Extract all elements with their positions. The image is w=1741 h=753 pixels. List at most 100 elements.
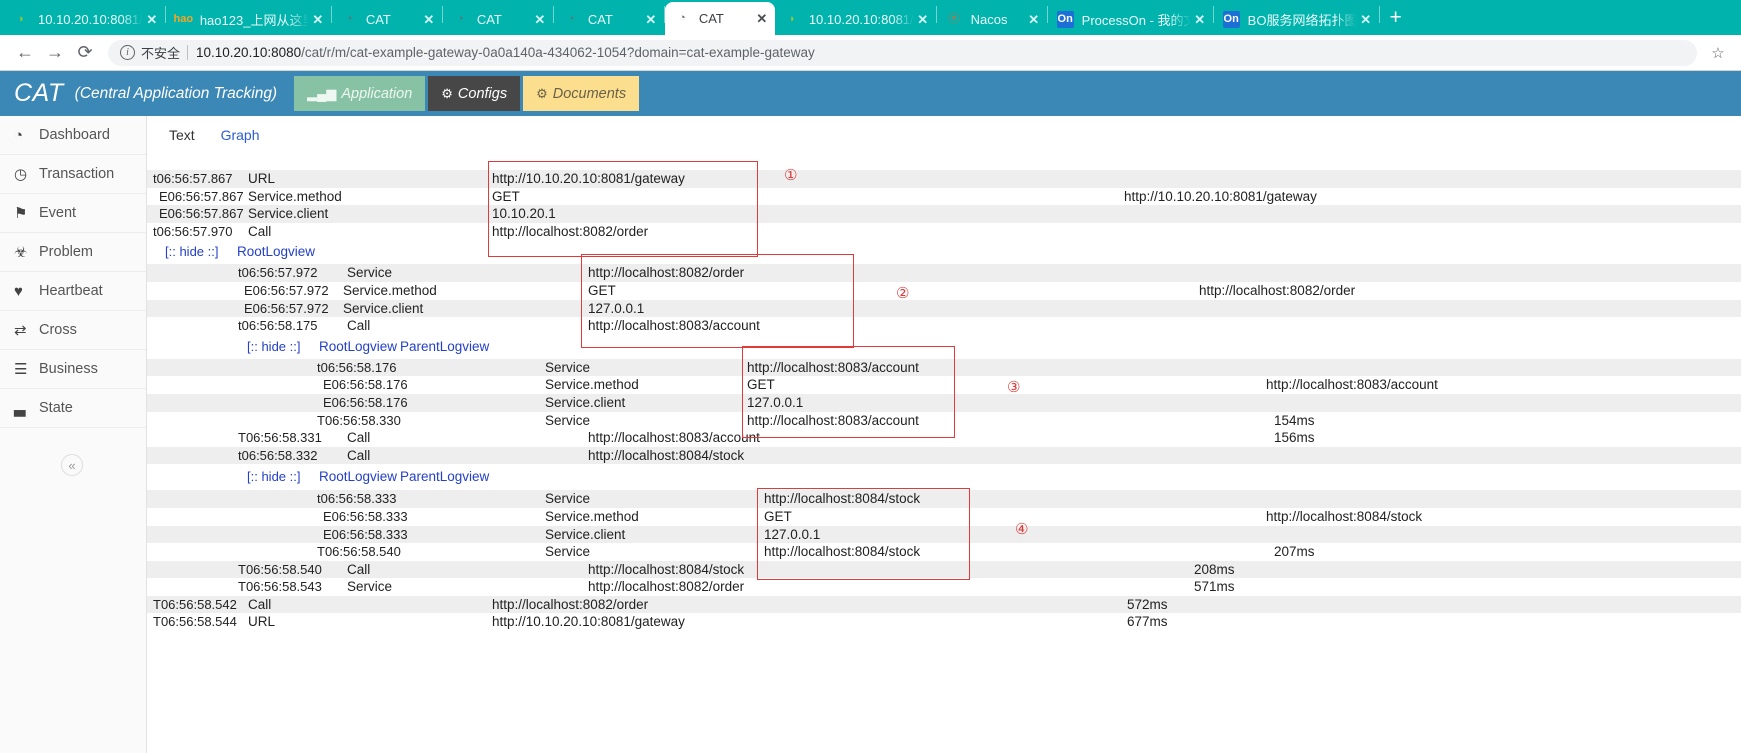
tab-text[interactable]: Text	[169, 127, 195, 143]
row-time: E06:56:58.333	[323, 508, 408, 524]
table-row[interactable]: E06:56:58.333 Service.client 127.0.0.1	[147, 525, 1741, 544]
row-value: http://localhost:8082/order	[492, 596, 649, 612]
table-row[interactable]: t06:56:58.175 Call http://localhost:8083…	[147, 317, 1741, 335]
table-row[interactable]: E06:56:57.867 Service.method GET http://…	[147, 188, 1741, 206]
table-row[interactable]: E06:56:58.176 Service.method GET http://…	[147, 376, 1741, 394]
row-type: Service.method	[545, 508, 639, 524]
tab-close-icon[interactable]: ✕	[1025, 12, 1043, 28]
sidebar-item-transaction[interactable]: ◷ Transaction	[0, 155, 146, 194]
tab-close-icon[interactable]: ✕	[531, 12, 549, 28]
browser-tab-9[interactable]: On ProcessOn - 我的文 ✕	[1048, 4, 1213, 35]
table-row[interactable]: T06:56:58.331 Call http://localhost:8083…	[147, 429, 1741, 447]
browser-tab-8[interactable]: ⓔ Nacos ✕	[937, 4, 1047, 35]
browser-tab-5[interactable]: ◔ CAT ✕	[554, 4, 664, 35]
browser-tab-6-active[interactable]: ◔ CAT ✕	[664, 2, 775, 35]
row-value: 127.0.0.1	[588, 300, 645, 316]
tab-close-icon[interactable]: ✕	[1191, 12, 1209, 28]
tab-close-icon[interactable]: ✕	[143, 12, 161, 28]
root-logview-link[interactable]: RootLogview	[237, 240, 315, 264]
browser-tab-7[interactable]: ◗ 10.10.20.10:8081/ ✕	[775, 4, 936, 35]
browser-tab-10[interactable]: On BO服务网络拓扑图 ✕	[1214, 4, 1379, 35]
sidebar-item-state[interactable]: ▃ State	[0, 389, 146, 428]
hide-toggle[interactable]: [:: hide ::]	[247, 464, 300, 490]
tab-close-icon[interactable]: ✕	[914, 12, 932, 28]
row-type: Call	[248, 223, 272, 239]
table-row[interactable]: E06:56:57.972 Service.client 127.0.0.1	[147, 299, 1741, 318]
processon-icon: On	[1222, 11, 1240, 28]
row-time: T06:56:58.544	[153, 614, 237, 630]
tab-close-icon[interactable]: ✕	[309, 12, 327, 28]
table-row[interactable]: t06:56:57.972 Service http://localhost:8…	[147, 264, 1741, 282]
browser-tab-4[interactable]: ◔ CAT ✕	[443, 4, 553, 35]
info-icon[interactable]: i	[120, 45, 135, 60]
cat-icon: ◔	[679, 12, 686, 24]
sidebar-item-cross[interactable]: ⇄ Cross	[0, 311, 146, 350]
gears-icon: ⚙	[536, 85, 548, 101]
row-type: Service	[545, 544, 591, 560]
reload-icon[interactable]: ⟳	[70, 38, 100, 68]
cat-icon: ◔	[568, 13, 575, 25]
sidebar-collapse-button[interactable]: «	[61, 454, 83, 476]
browser-tab-2[interactable]: hao hao123_上网从这里 ✕	[166, 4, 331, 35]
sidebar-item-label: State	[39, 400, 73, 416]
nav-application-button[interactable]: ▂▄▆ Application	[294, 76, 426, 111]
row-time: t06:56:58.332	[238, 447, 318, 463]
row-time: t06:56:58.176	[317, 359, 397, 375]
row-duration: 208ms	[1194, 561, 1235, 577]
table-row[interactable]: E06:56:58.176 Service.client 127.0.0.1	[147, 393, 1741, 412]
table-row[interactable]: T06:56:58.542 Call http://localhost:8082…	[147, 595, 1741, 614]
forward-icon[interactable]: →	[40, 38, 70, 68]
back-icon[interactable]: ←	[10, 38, 40, 68]
tab-close-icon[interactable]: ✕	[1357, 12, 1375, 28]
sidebar-item-business[interactable]: ☰ Business	[0, 350, 146, 389]
parent-logview-link[interactable]: ParentLogview	[400, 335, 489, 359]
browser-toolbar: ← → ⟳ i 不安全 10.10.20.10:8080/cat/r/m/cat…	[0, 35, 1741, 71]
table-row[interactable]: T06:56:58.544 URL http://10.10.20.10:808…	[147, 613, 1741, 631]
hide-toggle[interactable]: [:: hide ::]	[165, 240, 218, 264]
table-row[interactable]: E06:56:58.333 Service.method GET http://…	[147, 508, 1741, 526]
tab-graph[interactable]: Graph	[221, 127, 260, 143]
row-duration: 156ms	[1274, 430, 1315, 446]
table-row[interactable]: t06:56:58.333 Service http://localhost:8…	[147, 490, 1741, 508]
table-row[interactable]: t06:56:57.970 Call http://localhost:8082…	[147, 223, 1741, 241]
hide-toggle[interactable]: [:: hide ::]	[247, 335, 300, 359]
row-type: Call	[347, 430, 371, 446]
browser-tab-3[interactable]: ◔ CAT ✕	[332, 4, 442, 35]
bookmark-star-icon[interactable]: ☆	[1705, 44, 1731, 62]
browser-tab-1[interactable]: ◗ 10.10.20.10:8081/ ✕	[4, 4, 165, 35]
new-tab-button[interactable]: +	[1380, 7, 1412, 28]
row-type: URL	[248, 614, 276, 630]
tab-close-icon[interactable]: ✕	[642, 12, 660, 28]
parent-logview-link[interactable]: ParentLogview	[400, 464, 489, 490]
table-row[interactable]: T06:56:58.540 Service http://localhost:8…	[147, 543, 1741, 561]
row-duration: 571ms	[1194, 579, 1235, 595]
app-body: ◔ Dashboard ◷ Transaction ⚑ Event ☣ Prob…	[0, 116, 1741, 753]
sidebar-item-event[interactable]: ⚑ Event	[0, 194, 146, 233]
nav-documents-button[interactable]: ⚙ Documents	[523, 76, 640, 111]
table-row[interactable]: E06:56:57.972 Service.method GET http://…	[147, 282, 1741, 300]
root-logview-link[interactable]: RootLogview	[319, 464, 397, 490]
sidebar-item-heartbeat[interactable]: ♥ Heartbeat	[0, 272, 146, 311]
sidebar: ◔ Dashboard ◷ Transaction ⚑ Event ☣ Prob…	[0, 116, 147, 753]
sidebar-item-label: Problem	[39, 244, 93, 260]
row-type: URL	[248, 171, 276, 186]
nav-configs-button[interactable]: ⚙ Configs	[428, 76, 521, 111]
cat-logo: CAT	[14, 79, 64, 107]
table-row[interactable]: T06:56:58.543 Service http://localhost:8…	[147, 578, 1741, 596]
nav-button-label: Configs	[457, 85, 508, 102]
table-row[interactable]: E06:56:57.867 Service.client 10.10.20.1	[147, 205, 1741, 223]
row-time: E06:56:57.972	[244, 300, 329, 316]
table-row[interactable]: T06:56:58.330 Service http://localhost:8…	[147, 412, 1741, 430]
table-row[interactable]: T06:56:58.540 Call http://localhost:8084…	[147, 560, 1741, 579]
tab-close-icon[interactable]: ✕	[420, 12, 438, 28]
table-row[interactable]: t06:56:58.332 Call http://localhost:8084…	[147, 446, 1741, 465]
table-row[interactable]: t06:56:57.867 URL http://10.10.20.10:808…	[147, 170, 1741, 188]
sidebar-item-problem[interactable]: ☣ Problem	[0, 233, 146, 272]
row-duration: 677ms	[1127, 614, 1168, 630]
address-bar[interactable]: i 不安全 10.10.20.10:8080/cat/r/m/cat-examp…	[108, 39, 1697, 66]
tab-close-icon[interactable]: ✕	[753, 11, 771, 27]
sidebar-item-label: Business	[39, 361, 98, 377]
sidebar-item-dashboard[interactable]: ◔ Dashboard	[0, 116, 146, 155]
root-logview-link[interactable]: RootLogview	[319, 335, 397, 359]
table-row[interactable]: t06:56:58.176 Service http://localhost:8…	[147, 358, 1741, 377]
